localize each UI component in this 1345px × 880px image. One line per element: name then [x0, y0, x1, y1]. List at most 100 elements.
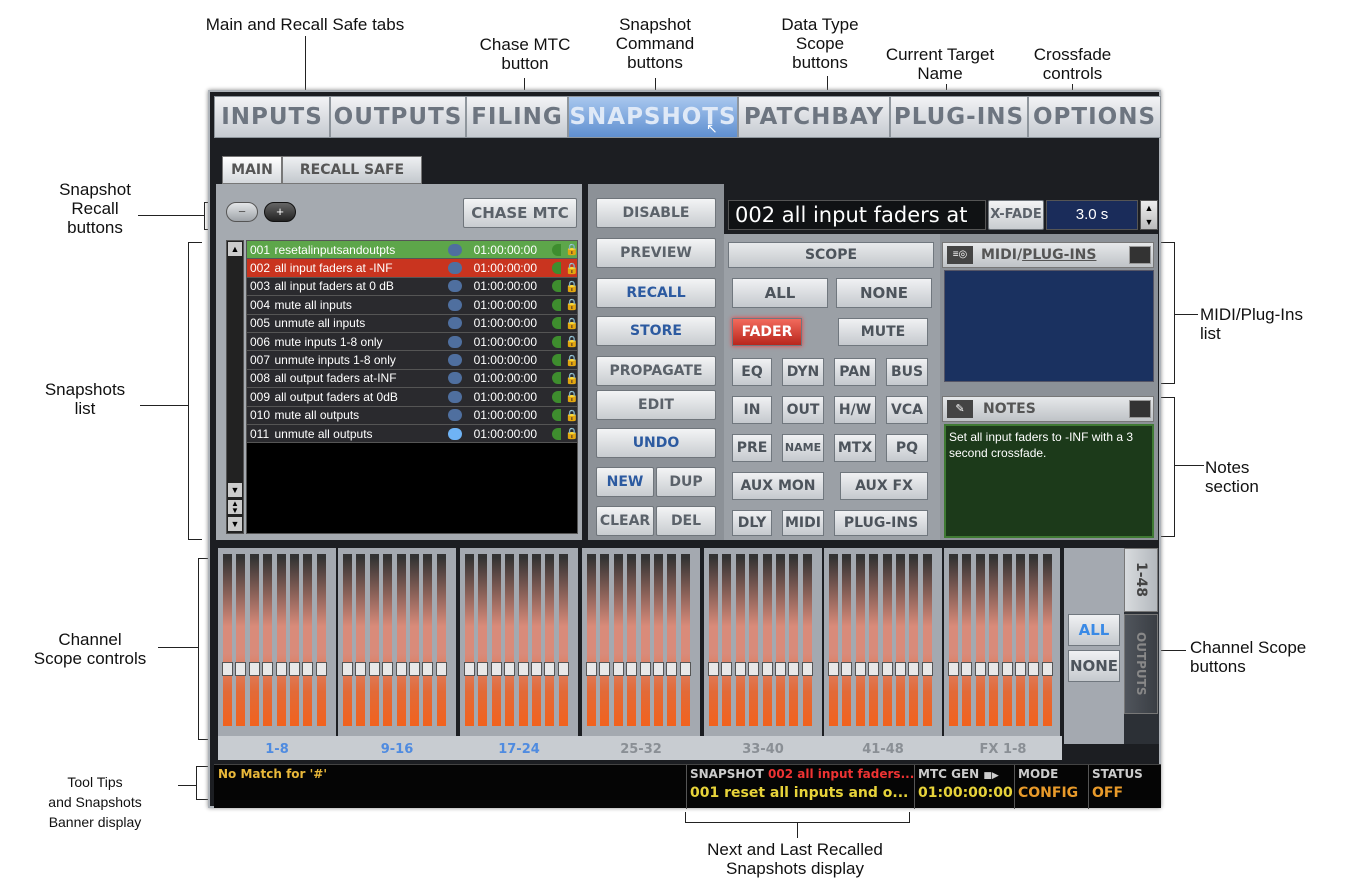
tab-inputs[interactable]: INPUTS: [214, 96, 330, 138]
fader-cap[interactable]: [395, 662, 407, 676]
scope-out-button[interactable]: OUT: [782, 396, 824, 424]
snapshot-row[interactable]: 004 mute all inputs 01:00:00:00 🔒: [247, 296, 577, 315]
fader-cap[interactable]: [222, 662, 233, 676]
fader-cap[interactable]: [248, 662, 260, 676]
timecode-enable-icon[interactable]: [551, 354, 562, 367]
timecode-enable-icon[interactable]: [551, 317, 562, 330]
channel-fader[interactable]: [653, 554, 664, 726]
lock-icon[interactable]: 🔒: [565, 298, 577, 311]
lock-icon[interactable]: 🔒: [565, 390, 577, 403]
expand-window-icon[interactable]: [1129, 246, 1151, 264]
fader-cap[interactable]: [477, 662, 489, 676]
fader-cap[interactable]: [961, 662, 973, 676]
channel-fader[interactable]: [1041, 554, 1053, 726]
channel-fader[interactable]: [315, 554, 327, 726]
fader-cap[interactable]: [748, 662, 760, 676]
channel-fader[interactable]: [868, 554, 880, 726]
fader-cap[interactable]: [841, 662, 853, 676]
subtab-recall-safe[interactable]: RECALL SAFE: [282, 156, 422, 184]
propagate-button[interactable]: PROPAGATE: [596, 356, 716, 386]
scope-auxfx-button[interactable]: AUX FX: [840, 472, 928, 500]
channel-group-label[interactable]: FX 1-8: [944, 742, 1062, 757]
scroll-page-icon[interactable]: ▲ ▼: [228, 500, 242, 515]
channel-fader[interactable]: [895, 554, 906, 726]
del-button[interactable]: DEL: [656, 506, 716, 536]
channel-fader[interactable]: [612, 554, 624, 726]
lock-icon[interactable]: 🔒: [565, 372, 577, 385]
arrow-up-icon[interactable]: ▲: [1141, 201, 1157, 215]
lock-icon[interactable]: 🔒: [565, 243, 577, 256]
scope-pq-button[interactable]: PQ: [886, 434, 928, 462]
fader-cap[interactable]: [828, 662, 839, 676]
channel-fader[interactable]: [586, 554, 597, 726]
scroll-up-icon[interactable]: ▲: [228, 242, 242, 256]
channel-fader[interactable]: [235, 554, 247, 726]
fader-cap[interactable]: [599, 662, 611, 676]
lock-icon[interactable]: 🔒: [565, 335, 577, 348]
scope-mtx-button[interactable]: MTX: [834, 434, 876, 462]
fader-cap[interactable]: [801, 662, 813, 676]
channel-fader[interactable]: [828, 554, 839, 726]
scope-hw-button[interactable]: H/W: [834, 396, 876, 424]
clear-button[interactable]: CLEAR: [596, 506, 654, 536]
channel-fader[interactable]: [734, 554, 746, 726]
lock-icon[interactable]: 🔒: [565, 354, 577, 367]
channel-fader[interactable]: [748, 554, 760, 726]
scope-auxmon-button[interactable]: AUX MON: [732, 472, 824, 500]
fader-cap[interactable]: [639, 662, 651, 676]
recall-next-button[interactable]: +: [264, 202, 296, 222]
fader-cap[interactable]: [626, 662, 638, 676]
midi-plugins-list[interactable]: [944, 270, 1154, 382]
fader-cap[interactable]: [586, 662, 597, 676]
channel-fader[interactable]: [626, 554, 638, 726]
channel-fader[interactable]: [531, 554, 542, 726]
snapshot-row[interactable]: 007 unmute inputs 1-8 only 01:00:00:00 🔒: [247, 351, 577, 370]
recall-previous-button[interactable]: −: [226, 202, 258, 222]
fader-cap[interactable]: [868, 662, 880, 676]
fader-cap[interactable]: [854, 662, 866, 676]
fader-cap[interactable]: [275, 662, 287, 676]
channel-fader[interactable]: [599, 554, 611, 726]
channel-fader[interactable]: [1001, 554, 1013, 726]
snapshot-row[interactable]: 002 all input faders at -INF 01:00:00:00 🔒: [247, 259, 577, 278]
scope-dly-button[interactable]: DLY: [732, 510, 772, 536]
channel-fader[interactable]: [355, 554, 367, 726]
edit-button[interactable]: EDIT: [596, 390, 716, 420]
fader-cap[interactable]: [761, 662, 773, 676]
channel-fader[interactable]: [679, 554, 691, 726]
dup-button[interactable]: DUP: [656, 467, 716, 497]
tab-plug-ins[interactable]: PLUG-INS: [890, 96, 1028, 138]
channel-fader[interactable]: [988, 554, 1000, 726]
fader-cap[interactable]: [382, 662, 394, 676]
tab-outputs-side[interactable]: OUTPUTS: [1124, 614, 1158, 714]
fader-cap[interactable]: [302, 662, 314, 676]
chase-mtc-button[interactable]: CHASE MTC: [463, 198, 577, 228]
fader-cap[interactable]: [544, 662, 556, 676]
xfade-stepper[interactable]: ▲ ▼: [1140, 200, 1158, 230]
preview-button[interactable]: PREVIEW: [596, 238, 716, 268]
fader-cap[interactable]: [289, 662, 300, 676]
scope-vca-button[interactable]: VCA: [886, 396, 928, 424]
channel-fader[interactable]: [544, 554, 556, 726]
channel-group-label[interactable]: 17-24: [460, 742, 578, 757]
channel-group-label[interactable]: 9-16: [338, 742, 456, 757]
scroll-down-icon[interactable]: ▼: [228, 483, 242, 497]
channel-fader[interactable]: [262, 554, 274, 726]
scope-mute-button[interactable]: MUTE: [838, 318, 928, 346]
channel-scope-all-button[interactable]: ALL: [1068, 614, 1120, 646]
channel-fader[interactable]: [517, 554, 529, 726]
timecode-enable-icon[interactable]: [551, 372, 562, 385]
tab-patchbay[interactable]: PATCHBAY: [738, 96, 890, 138]
snapshot-row[interactable]: 001 resetalinputsandoutpts 01:00:00:00 🔒: [247, 241, 577, 260]
fader-cap[interactable]: [409, 662, 420, 676]
channel-fader[interactable]: [222, 554, 233, 726]
fader-cap[interactable]: [679, 662, 691, 676]
channel-fader[interactable]: [464, 554, 475, 726]
recall-button[interactable]: RECALL: [596, 278, 716, 308]
lock-icon[interactable]: 🔒: [565, 262, 577, 275]
channel-group-label[interactable]: 1-8: [218, 742, 336, 757]
fader-cap[interactable]: [1041, 662, 1053, 676]
xfade-button[interactable]: X-FADE: [988, 200, 1044, 230]
fader-cap[interactable]: [734, 662, 746, 676]
channel-fader[interactable]: [761, 554, 773, 726]
